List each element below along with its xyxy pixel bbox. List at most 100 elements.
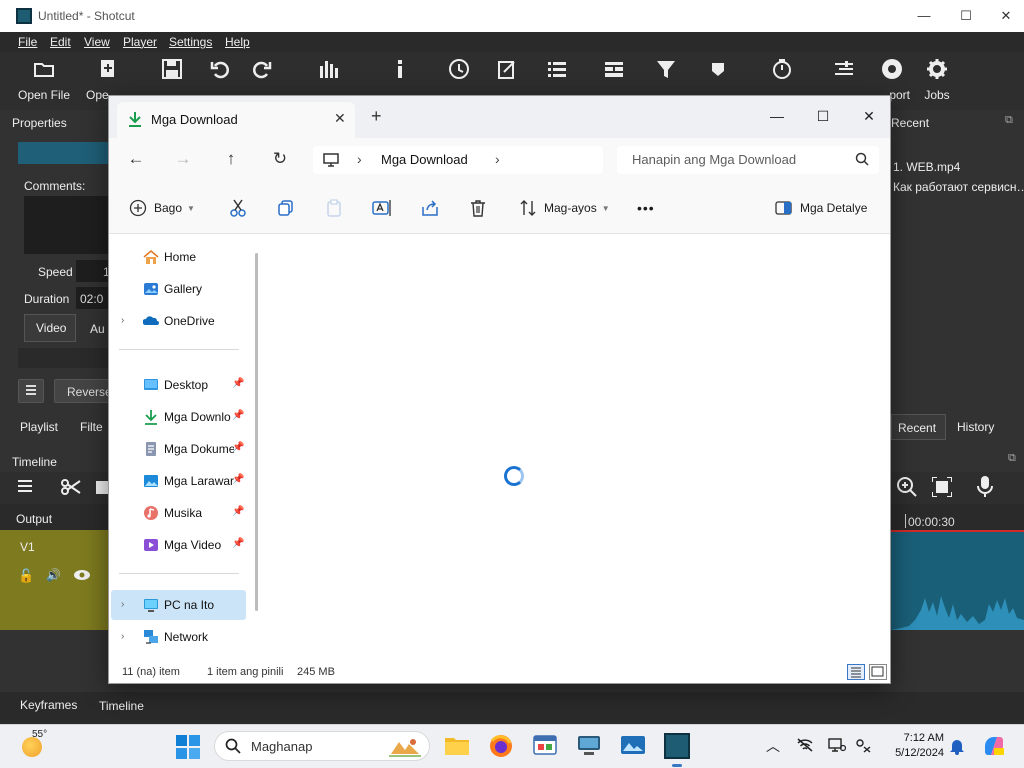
menu-view[interactable]: View <box>84 35 110 49</box>
peak-meter-button[interactable] <box>298 58 358 80</box>
pin-icon[interactable]: 📌 <box>232 474 244 485</box>
notification-bell-icon[interactable] <box>949 737 965 755</box>
close-button[interactable]: ✕ <box>996 6 1016 26</box>
tab-timeline[interactable]: Timeline <box>99 699 144 713</box>
lock-icon[interactable]: 🔓 <box>18 568 34 584</box>
reverse-button[interactable]: Reverse <box>54 379 114 403</box>
panel-float-icon[interactable]: ⧉ <box>1005 114 1013 127</box>
redo-button[interactable] <box>232 58 292 80</box>
delete-button[interactable] <box>469 196 487 220</box>
app-taskbar-button-3[interactable] <box>620 733 646 759</box>
timeline-float-icon[interactable]: ⧉ <box>1008 452 1016 465</box>
refresh-button[interactable]: ↻ <box>269 149 291 171</box>
chevron-right-icon[interactable]: › <box>121 315 124 326</box>
app-taskbar-button-2[interactable] <box>576 733 602 759</box>
pin-icon[interactable]: 📌 <box>232 410 244 421</box>
file-list-area[interactable] <box>267 235 890 660</box>
filters-button[interactable] <box>636 58 696 80</box>
taskbar-search[interactable]: Maghanap <box>214 731 430 761</box>
minimize-button[interactable]: — <box>914 6 934 26</box>
maximize-button[interactable]: ☐ <box>956 6 976 26</box>
back-button[interactable]: ← <box>125 149 147 171</box>
pin-icon[interactable]: 📌 <box>232 378 244 389</box>
jobs-button[interactable]: Jobs <box>907 58 967 102</box>
record-audio-icon[interactable] <box>976 476 994 498</box>
nav-item-network[interactable]: › Network <box>111 622 246 652</box>
keyframes-button[interactable] <box>752 58 812 80</box>
explorer-tab[interactable]: Mga Download ✕ <box>117 102 355 138</box>
eye-icon[interactable] <box>74 569 90 581</box>
tab-recent[interactable]: Recent <box>891 414 946 440</box>
menu-settings[interactable]: Settings <box>169 35 212 49</box>
copy-button[interactable] <box>277 196 295 220</box>
breadcrumb-separator[interactable]: › <box>495 151 500 167</box>
tab-video[interactable]: Video <box>24 314 76 342</box>
new-button[interactable]: Bago ▼ <box>129 196 195 220</box>
details-button[interactable]: Mga Detalye <box>775 196 867 220</box>
paste-button[interactable] <box>325 196 343 220</box>
address-bar[interactable]: › Mga Download › <box>313 146 603 174</box>
up-button[interactable]: ↑ <box>220 149 242 171</box>
share-button[interactable] <box>421 196 439 220</box>
properties-button[interactable] <box>370 58 430 80</box>
timeline-ruler[interactable]: 00:00:30 <box>891 504 1024 532</box>
tab-playlist[interactable]: Playlist <box>20 420 58 434</box>
clip-thumbnail[interactable] <box>891 532 1024 630</box>
nav-item-documents[interactable]: Mga Dokume 📌 <box>111 434 246 464</box>
comments-field[interactable] <box>24 196 108 254</box>
nav-item-desktop[interactable]: Desktop 📌 <box>111 370 246 400</box>
details-view-button[interactable] <box>847 664 865 680</box>
playlist-button[interactable] <box>527 58 587 80</box>
nav-item-this-pc[interactable]: › PC na Ito <box>111 590 246 620</box>
close-tab-icon[interactable]: ✕ <box>334 110 346 127</box>
nav-item-videos[interactable]: Mga Video 📌 <box>111 530 246 560</box>
recent-item[interactable]: Как работают сервисн… <box>893 180 1024 194</box>
explorer-close-button[interactable]: ✕ <box>857 104 881 128</box>
tiles-view-button[interactable] <box>869 664 887 680</box>
menu-file[interactable]: File <box>18 35 37 49</box>
menu-help[interactable]: Help <box>225 35 250 49</box>
rename-button[interactable] <box>372 196 392 220</box>
cut-icon[interactable] <box>60 478 82 496</box>
menu-player[interactable]: Player <box>123 35 157 49</box>
nav-scrollbar[interactable] <box>255 253 258 611</box>
display-icon[interactable] <box>828 737 846 753</box>
chevron-right-icon[interactable]: › <box>121 631 124 642</box>
open-file-button[interactable]: Open File <box>14 58 74 102</box>
pin-icon[interactable]: 📌 <box>232 506 244 517</box>
nav-item-gallery[interactable]: Gallery <box>111 274 246 304</box>
tab-audio[interactable]: Au <box>90 322 105 336</box>
tray-overflow-icon[interactable]: ︿ <box>766 736 780 756</box>
breadcrumb-path[interactable]: Mga Download <box>381 152 468 167</box>
forward-button[interactable]: → <box>172 149 194 171</box>
nav-item-onedrive[interactable]: › OneDrive <box>111 306 246 336</box>
new-tab-button[interactable]: + <box>371 106 382 127</box>
nav-item-home[interactable]: Home <box>111 242 246 272</box>
tab-filters[interactable]: Filte <box>80 420 103 434</box>
settings-tray-icon[interactable] <box>854 737 872 753</box>
clock[interactable]: 7:12 AM 5/12/2024 <box>884 731 944 761</box>
properties-scroll[interactable] <box>18 348 108 368</box>
mute-icon[interactable]: 🔊 <box>46 568 61 582</box>
file-explorer-taskbar-button[interactable] <box>444 733 470 759</box>
nav-item-music[interactable]: Musika 📌 <box>111 498 246 528</box>
pin-icon[interactable]: 📌 <box>232 442 244 453</box>
more-options-button[interactable]: ••• <box>637 196 655 220</box>
nav-item-downloads[interactable]: Mga Downlo 📌 <box>111 402 246 432</box>
zoom-in-icon[interactable] <box>896 476 918 498</box>
app-taskbar-button[interactable] <box>532 733 558 759</box>
explorer-minimize-button[interactable]: — <box>765 104 789 128</box>
sort-button[interactable]: Mag-ayos ▼ <box>519 196 610 220</box>
nav-item-pictures[interactable]: Mga Larawar 📌 <box>111 466 246 496</box>
network-status-icon[interactable] <box>796 737 814 753</box>
timeline-button[interactable] <box>584 58 644 80</box>
copy-icon[interactable] <box>96 478 108 496</box>
start-button[interactable] <box>176 735 200 762</box>
firefox-taskbar-button[interactable] <box>488 733 514 759</box>
tab-history[interactable]: History <box>957 420 994 434</box>
markers-button[interactable] <box>688 58 748 80</box>
properties-menu-button[interactable] <box>18 379 44 403</box>
recent-item[interactable]: 1. WEB.mp4 <box>893 160 960 174</box>
copilot-icon[interactable] <box>982 734 1006 758</box>
search-box[interactable]: Hanapin ang Mga Download <box>617 146 879 174</box>
